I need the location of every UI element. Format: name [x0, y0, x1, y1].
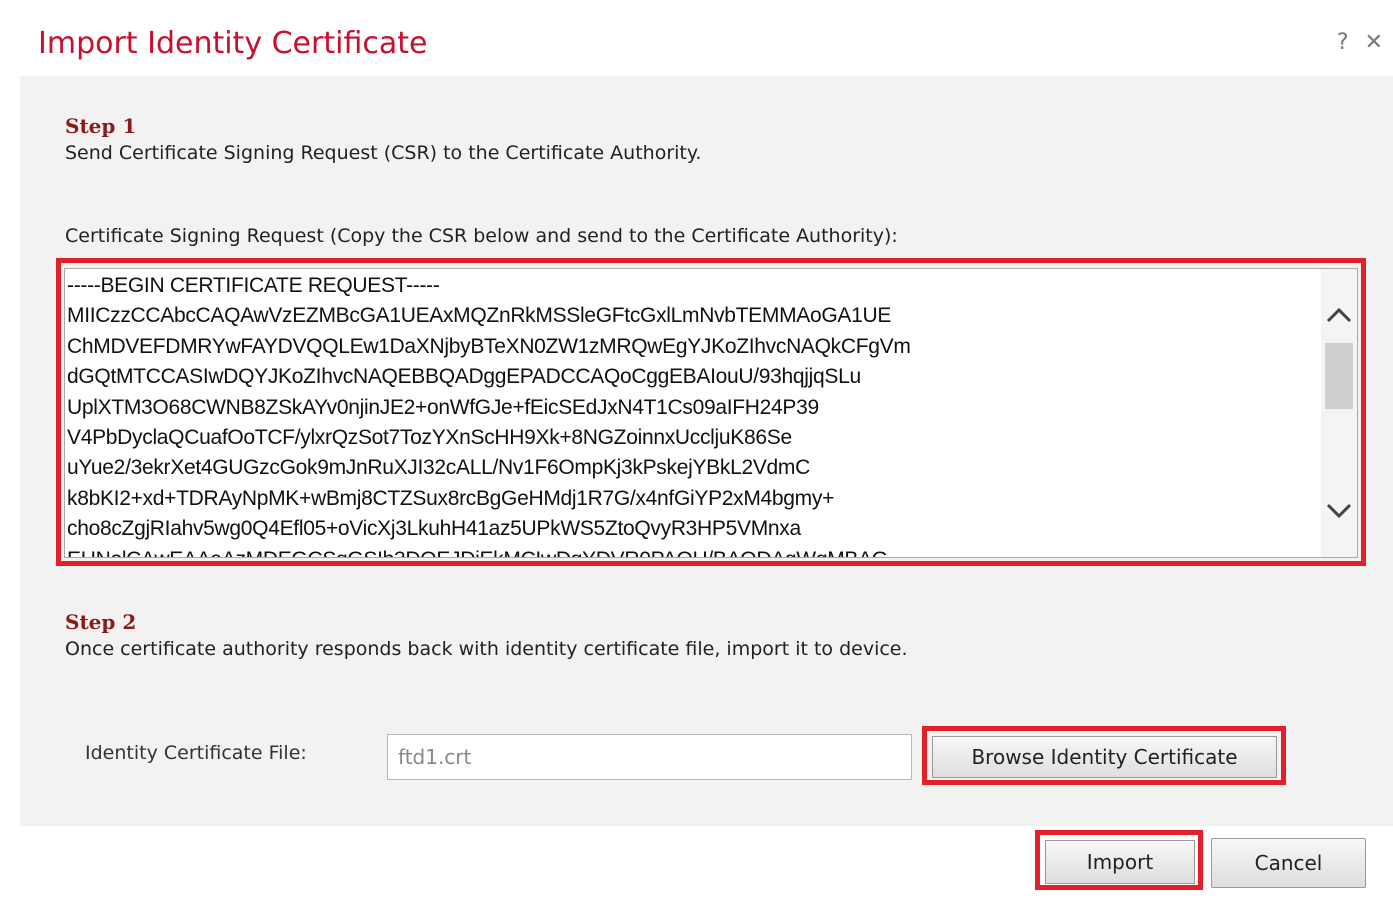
identity-certificate-file-label: Identity Certificate File:	[85, 742, 307, 764]
csr-textarea[interactable]: -----BEGIN CERTIFICATE REQUEST----- MIIC…	[64, 268, 1358, 558]
dialog-title: Import Identity Certificate	[38, 26, 428, 61]
csr-label: Certificate Signing Request (Copy the CS…	[65, 225, 898, 247]
identity-certificate-file-field[interactable]: ftd1.crt	[387, 734, 912, 780]
scroll-up-icon[interactable]	[1321, 297, 1357, 333]
step2-label: Step 2	[65, 610, 137, 634]
browse-identity-certificate-button[interactable]: Browse Identity Certificate	[932, 736, 1277, 778]
help-icon[interactable]: ?	[1337, 30, 1349, 55]
scroll-thumb[interactable]	[1325, 343, 1353, 409]
import-button[interactable]: Import	[1045, 840, 1195, 884]
csr-scrollbar[interactable]	[1321, 269, 1357, 557]
csr-text[interactable]: -----BEGIN CERTIFICATE REQUEST----- MIIC…	[67, 271, 1317, 557]
close-icon[interactable]: ✕	[1365, 30, 1383, 55]
step2-description: Once certificate authority responds back…	[65, 638, 908, 660]
step1-description: Send Certificate Signing Request (CSR) t…	[65, 142, 702, 164]
title-icons: ? ✕	[1337, 30, 1383, 55]
scroll-down-icon[interactable]	[1321, 493, 1357, 529]
cancel-button[interactable]: Cancel	[1211, 838, 1366, 888]
step1-label: Step 1	[65, 114, 137, 138]
import-identity-certificate-dialog: Import Identity Certificate ? ✕ Step 1 S…	[0, 0, 1393, 898]
